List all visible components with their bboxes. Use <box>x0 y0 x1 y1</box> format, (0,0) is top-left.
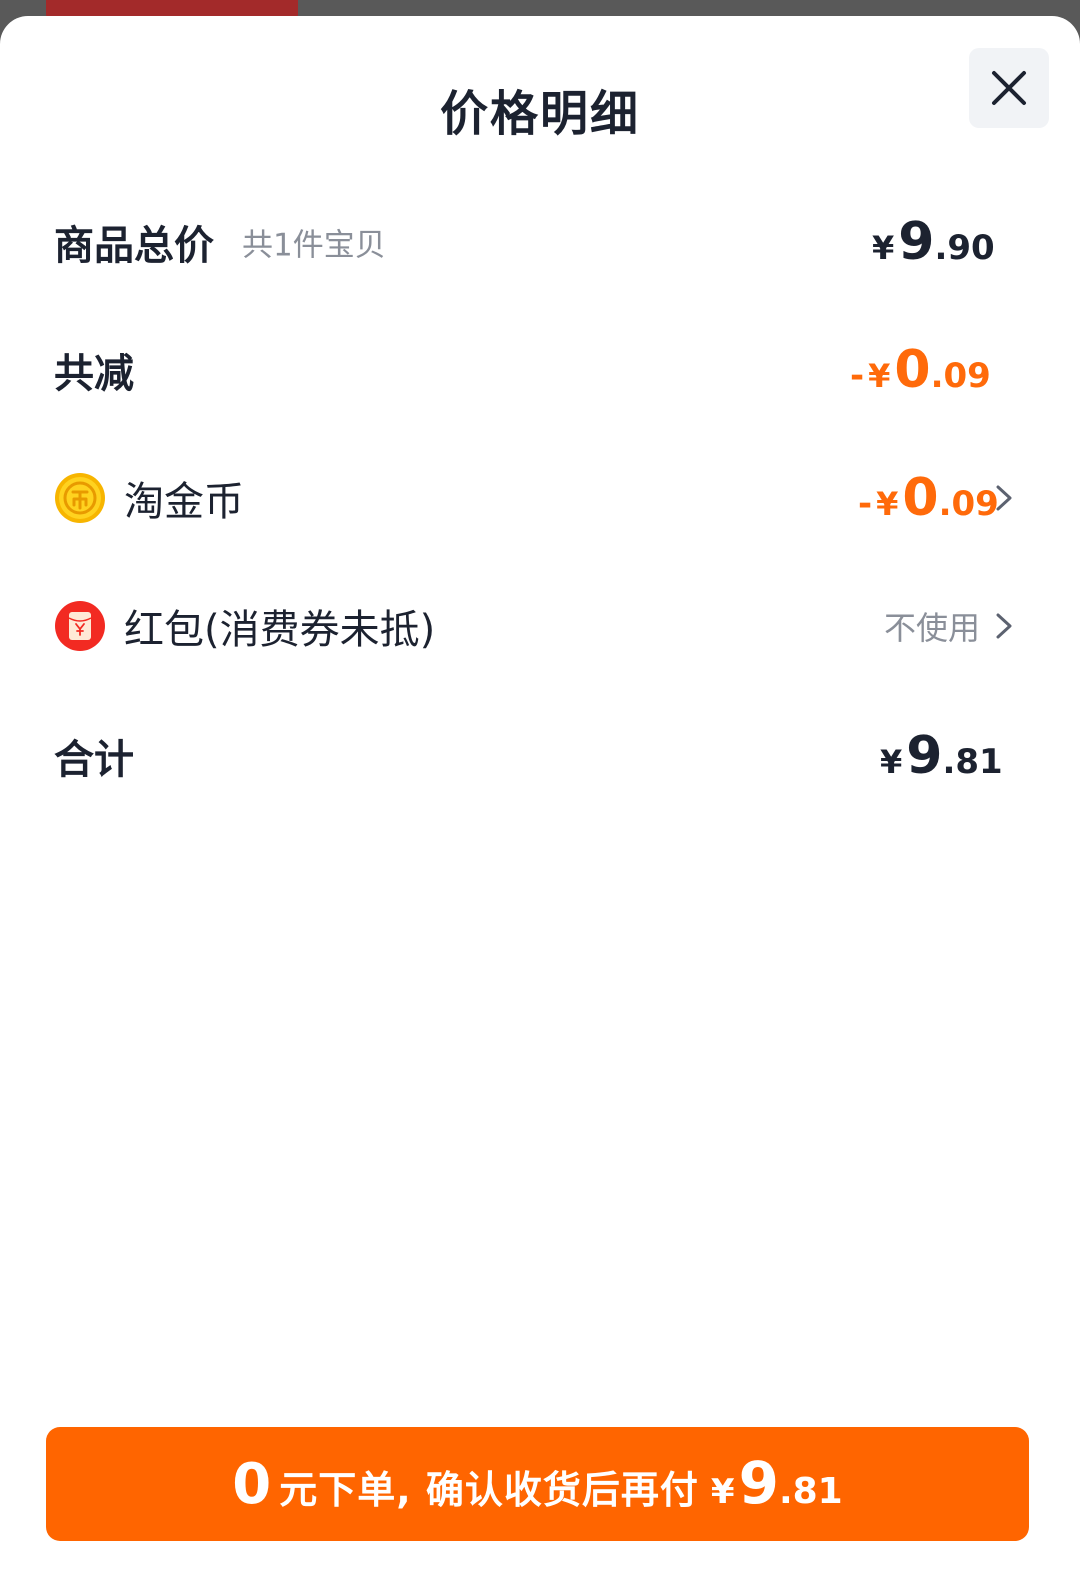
discount-price: - ¥ 0 .09 <box>850 340 991 400</box>
coins-label: 淘金币 <box>124 479 244 525</box>
total-row: 合计 ¥ 9 .81 <box>0 716 1080 796</box>
price-decimal: .09 <box>938 484 999 524</box>
chevron-right-icon <box>996 485 1012 511</box>
chevron-right-icon <box>996 613 1012 639</box>
currency-symbol: ¥ <box>880 743 903 781</box>
subtotal-price: ¥ 9 .90 <box>872 212 995 272</box>
item-count-label: 共1件宝贝 <box>242 227 386 264</box>
order-now-pay-later-button[interactable]: 0 元下单, 确认收货后再付 ¥ 9 .81 <box>46 1427 1029 1541</box>
currency-symbol: ¥ <box>710 1472 735 1512</box>
price-decimal: .81 <box>778 1471 843 1512</box>
price-integer: 9 <box>898 212 935 272</box>
discount-row: 共减 - ¥ 0 .09 <box>0 330 1080 410</box>
red-packet-status: 不使用 <box>883 609 980 647</box>
currency-symbol: ¥ <box>868 357 891 395</box>
gold-coin-icon <box>55 473 105 523</box>
red-packet-label: 红包(消费券未抵) <box>124 607 436 653</box>
minus-sign: - <box>858 484 873 524</box>
total-price: ¥ 9 .81 <box>880 726 1003 786</box>
close-icon <box>992 71 1026 105</box>
subtotal-label: 商品总价 <box>54 223 214 269</box>
total-label: 合计 <box>54 737 134 783</box>
discount-label: 共减 <box>54 351 134 397</box>
price-decimal: .09 <box>930 356 991 396</box>
price-decimal: .90 <box>934 228 995 268</box>
currency-symbol: ¥ <box>876 485 899 523</box>
price-integer: 0 <box>894 340 931 400</box>
currency-symbol: ¥ <box>872 229 895 267</box>
price-integer: 9 <box>738 1449 779 1517</box>
close-button[interactable] <box>969 48 1049 128</box>
cta-zero: 0 <box>232 1452 272 1517</box>
price-integer: 9 <box>906 726 943 786</box>
subtotal-row: 商品总价 共1件宝贝 ¥ 9 .90 <box>0 202 1080 282</box>
red-packet-icon <box>55 601 105 651</box>
price-decimal: .81 <box>942 742 1003 782</box>
price-detail-sheet: 价格明细 商品总价 共1件宝贝 ¥ 9 .90 共减 - ¥ 0 .09 淘金币… <box>0 16 1080 1577</box>
sheet-title: 价格明细 <box>439 86 640 142</box>
red-packet-row[interactable]: 红包(消费券未抵) 不使用 <box>0 586 1080 666</box>
coins-discount-price: - ¥ 0 .09 <box>858 468 999 528</box>
price-integer: 0 <box>902 468 939 528</box>
coins-row[interactable]: 淘金币 - ¥ 0 .09 <box>0 458 1080 538</box>
minus-sign: - <box>850 356 865 396</box>
cta-text: 元下单, 确认收货后再付 <box>279 1468 699 1512</box>
